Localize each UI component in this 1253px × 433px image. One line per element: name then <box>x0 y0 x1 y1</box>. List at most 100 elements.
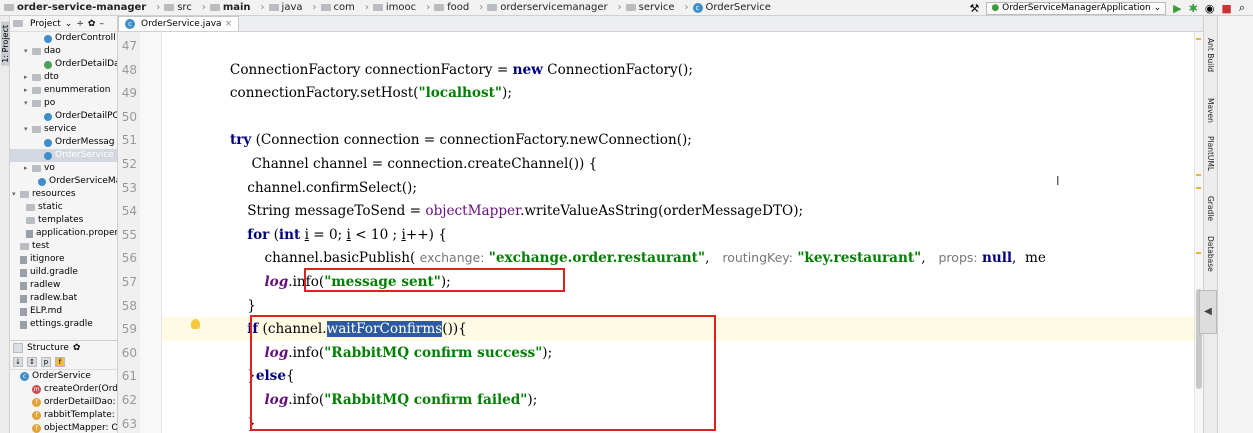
tree-item-label: dto <box>44 72 59 82</box>
panel-collapse-button[interactable]: ◀ <box>1199 290 1217 334</box>
line-number: 60 <box>121 345 137 360</box>
tree-item[interactable]: ▸ vo <box>10 162 117 175</box>
coverage-icon[interactable]: ◉ <box>1205 2 1215 15</box>
debug-icon[interactable]: ✱ <box>1189 2 1198 15</box>
tree-item[interactable]: OrderMessag <box>10 136 117 149</box>
breadcrumb-item[interactable]: java <box>268 2 303 13</box>
tree-arrow-icon[interactable]: ▸ <box>24 84 32 97</box>
breadcrumb-item[interactable]: order-service-manager <box>4 2 146 13</box>
breadcrumb-item[interactable]: c OrderService <box>692 2 771 13</box>
project-tree: OrderControll ▾ dao OrderDetailDa ▸ dto ▸ enumm… <box>10 32 117 331</box>
code-line[interactable]: } <box>162 294 1203 318</box>
search-icon[interactable]: ⌕ <box>1239 1 1245 15</box>
breadcrumb-item[interactable]: main <box>209 2 251 13</box>
tree-item[interactable]: application.propertie <box>10 227 117 240</box>
code-line[interactable]: channel.basicPublish( exchange: "exchang… <box>162 246 1203 270</box>
tree-item[interactable]: radlew <box>10 279 117 292</box>
tree-item[interactable]: radlew.bat <box>10 292 117 305</box>
class-icon: c <box>125 19 135 29</box>
right-tool-strip: Ant Build Maven PlantUML Gradle Database <box>1203 16 1217 433</box>
tree-item[interactable]: static <box>10 201 117 214</box>
tree-item-label: enummeration <box>44 85 111 95</box>
run-config-select[interactable]: ● OrderServiceManagerApplication ⌄ <box>986 1 1167 15</box>
line-number: 58 <box>121 298 137 313</box>
code-line[interactable] <box>162 105 1203 129</box>
tool-window-database[interactable]: Database <box>1206 236 1215 272</box>
tree-item[interactable]: f rabbitTemplate: <box>10 409 117 422</box>
run-toolbar: ⚒ ● OrderServiceManagerApplication ⌄ ▶ ✱… <box>970 0 1253 16</box>
code-line[interactable]: Channel channel = connection.createChann… <box>162 152 1203 176</box>
breadcrumb-item[interactable]: com <box>320 2 355 13</box>
sort-visibility-icon[interactable]: ↕ <box>27 357 37 367</box>
code-line[interactable]: ConnectionFactory connectionFactory = ne… <box>162 58 1203 82</box>
tab-orderservice[interactable]: c OrderService.java × <box>118 16 240 31</box>
folder-icon <box>164 4 175 11</box>
tree-item[interactable]: ettings.gradle <box>10 318 117 331</box>
hide-icon[interactable]: – <box>99 19 104 29</box>
code-line[interactable]: connectionFactory.setHost("localhost"); <box>162 81 1203 105</box>
tree-item[interactable]: uild.gradle <box>10 266 117 279</box>
code-line[interactable]: for (int i = 0; i < 10 ; i++) { <box>162 223 1203 247</box>
tree-item[interactable]: f orderDetailDao: <box>10 396 117 409</box>
line-number: 52 <box>121 157 137 171</box>
tool-window-gradle[interactable]: Gradle <box>1206 196 1215 221</box>
lightbulb-icon[interactable] <box>191 319 200 329</box>
run-icon[interactable]: ▶ <box>1173 2 1181 15</box>
tree-item[interactable]: OrderControll <box>10 32 117 45</box>
code-line[interactable]: String messageToSend = objectMapper.writ… <box>162 199 1203 223</box>
tree-item[interactable]: test <box>10 240 117 253</box>
gear-icon[interactable]: ✿ <box>73 343 81 353</box>
breadcrumb-item[interactable]: src <box>164 2 192 13</box>
close-icon[interactable]: × <box>225 19 233 29</box>
code-line[interactable]: try (Connection connection = connectionF… <box>162 128 1203 152</box>
gear-icon[interactable]: ✿ <box>88 19 96 29</box>
project-tool-button[interactable]: 1: Project <box>1 22 10 66</box>
breadcrumb-separator: › <box>312 2 317 13</box>
tree-arrow-icon[interactable]: ▾ <box>12 188 20 201</box>
tree-item[interactable]: OrderDetailPO <box>10 110 117 123</box>
tree-item[interactable]: m createOrder(Ord <box>10 383 117 396</box>
tree-item[interactable]: f objectMapper: O <box>10 422 117 433</box>
folder-icon <box>434 4 445 11</box>
tree-item[interactable]: ▾ resources <box>10 188 117 201</box>
collapse-icon[interactable]: ÷ <box>76 19 84 29</box>
tree-item[interactable]: OrderService <box>10 149 117 162</box>
folder-icon <box>32 87 41 94</box>
code-line[interactable] <box>162 34 1203 58</box>
tree-item[interactable]: ▸ dto <box>10 71 117 84</box>
tree-item[interactable]: templates <box>10 214 117 227</box>
breadcrumb-item[interactable]: service <box>625 2 675 13</box>
breadcrumb-item[interactable]: orderservicemanager <box>487 2 608 13</box>
project-panel-title[interactable]: Project <box>30 19 61 29</box>
chevron-down-icon[interactable]: ⌄ <box>65 19 73 29</box>
tree-item[interactable]: ▾ service <box>10 123 117 136</box>
tree-arrow-icon[interactable]: ▸ <box>24 71 32 84</box>
tree-arrow-icon[interactable]: ▾ <box>24 123 32 136</box>
breadcrumb-item[interactable]: imooc <box>372 2 416 13</box>
code-line[interactable]: channel.confirmSelect(); <box>162 176 1203 200</box>
tree-item[interactable]: ▾ dao <box>10 45 117 58</box>
sort-alpha-icon[interactable]: ↓ <box>13 357 23 367</box>
tree-item[interactable]: itignore <box>10 253 117 266</box>
tree-item[interactable]: OrderServiceMan <box>10 175 117 188</box>
tool-window-plantuml[interactable]: PlantUML <box>1206 136 1215 171</box>
tree-item[interactable]: OrderDetailDa <box>10 58 117 71</box>
tree-arrow-icon[interactable]: ▾ <box>24 45 32 58</box>
tool-window-ant-build[interactable]: Ant Build <box>1206 38 1215 72</box>
show-fields-icon[interactable]: f <box>55 357 65 367</box>
breadcrumb-separator: › <box>479 2 484 13</box>
tree-arrow-icon[interactable]: ▸ <box>24 162 32 175</box>
tree-item[interactable]: ▸ enummeration <box>10 84 117 97</box>
build-icon[interactable]: ⚒ <box>970 2 980 15</box>
tree-item[interactable]: ELP.md <box>10 305 117 318</box>
tree-item[interactable]: c OrderService <box>10 370 117 383</box>
breadcrumb-item[interactable]: food <box>434 2 469 13</box>
stop-icon[interactable]: ■ <box>1221 2 1231 15</box>
tree-item[interactable]: ▾ po <box>10 97 117 110</box>
tool-window-maven[interactable]: Maven <box>1206 98 1215 123</box>
project-icon <box>13 20 23 27</box>
tree-item-label: OrderMessag <box>55 137 115 147</box>
show-properties-icon[interactable]: p <box>41 357 51 367</box>
breadcrumb-label: service <box>638 2 675 13</box>
tree-arrow-icon[interactable]: ▾ <box>24 97 32 110</box>
